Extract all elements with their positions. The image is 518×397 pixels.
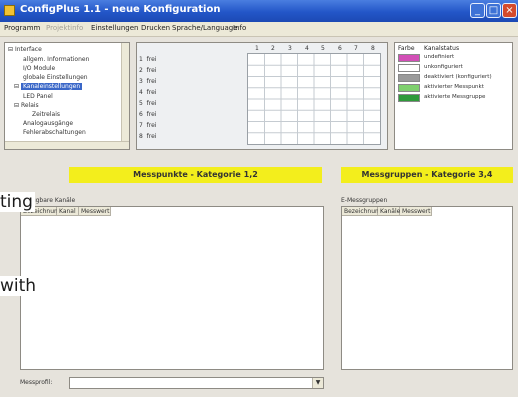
menu-projektinfo: Projektinfo xyxy=(46,24,84,32)
column-label: 3 xyxy=(288,45,292,52)
row-number: 8 xyxy=(139,133,143,140)
menu-drucken[interactable]: Drucken xyxy=(141,24,170,32)
column-label: 6 xyxy=(338,45,342,52)
row-number: 5 xyxy=(139,100,143,107)
row-number: 1 xyxy=(139,56,143,63)
channel-grid-panel: 1 frei 2 frei 3 frei 4 frei 5 frei 6 fre… xyxy=(136,42,388,150)
row-label: 5 frei xyxy=(139,100,156,107)
tree-horizontal-scrollbar[interactable] xyxy=(5,141,129,149)
tree-item[interactable]: I/O Module xyxy=(23,65,55,72)
row-name: frei xyxy=(146,89,157,96)
column-header[interactable]: Kanal xyxy=(57,207,79,216)
minimize-button[interactable]: _ xyxy=(470,3,485,18)
overlay-text: ting xyxy=(0,192,35,212)
row-label: 7 frei xyxy=(139,122,156,129)
window-title: ConfigPlus 1.1 - neue Konfiguration xyxy=(20,4,221,15)
chevron-down-icon[interactable]: ▼ xyxy=(312,378,323,388)
tree-item[interactable]: globale Einstellungen xyxy=(23,74,88,81)
column-label: 5 xyxy=(321,45,325,52)
legend-swatch xyxy=(398,84,420,92)
row-name: frei xyxy=(146,56,157,63)
row-label: 8 frei xyxy=(139,133,156,140)
menu-info[interactable]: Info xyxy=(233,24,246,32)
menu-sprache[interactable]: Sprache/Language xyxy=(172,24,238,32)
column-header[interactable]: Messwert xyxy=(79,207,111,216)
legend-label: deaktiviert (konfiguriert) xyxy=(424,74,492,80)
column-label: 4 xyxy=(305,45,309,52)
legend-swatch xyxy=(398,54,420,62)
tree-item[interactable]: Analogausgänge xyxy=(23,120,73,127)
measuring-groups-label: E-Messgruppen xyxy=(341,197,388,204)
tree-item[interactable]: ⊟ Relais xyxy=(14,102,39,109)
tree-item-selected[interactable]: ⊟ Kanaleinstellungen xyxy=(14,83,83,90)
row-label: 2 frei xyxy=(139,67,156,74)
row-name: frei xyxy=(146,78,157,85)
menu-einstellungen[interactable]: Einstellungen xyxy=(91,24,138,32)
tree-item[interactable]: Fehlerabschaltungen xyxy=(23,129,86,136)
navigation-tree[interactable]: ⊟ Interface allgem. Informationen I/O Mo… xyxy=(4,42,130,150)
column-label: 7 xyxy=(354,45,358,52)
row-name: frei xyxy=(146,67,157,74)
row-name: frei xyxy=(146,111,157,118)
row-number: 4 xyxy=(139,89,143,96)
column-label: 8 xyxy=(371,45,375,52)
status-legend: Farbe Kanalstatus undefiniert unkonfigur… xyxy=(394,42,513,150)
maximize-button[interactable]: □ xyxy=(486,3,501,18)
close-button[interactable]: × xyxy=(502,3,517,18)
tree-item-label: Interface xyxy=(14,46,42,53)
measuring-points-banner: Messpunkte - Kategorie 1,2 xyxy=(69,167,322,183)
available-channels-list[interactable]: Bezeichnung Kanal Messwert xyxy=(20,206,324,370)
profile-dropdown[interactable]: ▼ xyxy=(69,377,324,389)
grid-lines xyxy=(248,54,380,144)
legend-swatch xyxy=(398,74,420,82)
row-number: 3 xyxy=(139,78,143,85)
row-number: 7 xyxy=(139,122,143,129)
column-header[interactable]: Messwert xyxy=(400,207,432,216)
legend-swatch xyxy=(398,64,420,72)
row-number: 6 xyxy=(139,111,143,118)
legend-header-status: Kanalstatus xyxy=(424,45,460,52)
overlay-text: with xyxy=(0,276,39,296)
row-number: 2 xyxy=(139,67,143,74)
channel-grid[interactable] xyxy=(247,53,381,145)
profile-label: Messprofil: xyxy=(20,379,53,386)
row-label: 6 frei xyxy=(139,111,156,118)
legend-label: undefiniert xyxy=(424,54,455,60)
menu-bar: Programm Projektinfo Einstellungen Druck… xyxy=(0,22,518,37)
column-label: 1 xyxy=(255,45,259,52)
legend-label: aktivierte Messgruppe xyxy=(424,94,486,100)
app-icon xyxy=(4,5,15,16)
app-window: ConfigPlus 1.1 - neue Konfiguration _ □ … xyxy=(0,0,518,397)
legend-label: unkonfiguriert xyxy=(424,64,463,70)
menu-programm[interactable]: Programm xyxy=(4,24,40,32)
row-name: frei xyxy=(146,122,157,129)
legend-swatch xyxy=(398,94,420,102)
row-label: 4 frei xyxy=(139,89,156,96)
title-bar: ConfigPlus 1.1 - neue Konfiguration _ □ … xyxy=(0,0,518,22)
tree-item[interactable]: ⊟ Interface xyxy=(8,46,42,53)
legend-header-color: Farbe xyxy=(398,45,415,52)
measuring-groups-banner: Messgruppen - Kategorie 3,4 xyxy=(341,167,513,183)
row-name: frei xyxy=(146,133,157,140)
measuring-groups-list[interactable]: Bezeichnung Kanäle Messwert xyxy=(341,206,513,370)
row-name: frei xyxy=(146,100,157,107)
legend-label: aktivierter Messpunkt xyxy=(424,84,484,90)
column-header[interactable]: Bezeichnung xyxy=(342,207,383,216)
column-label: 2 xyxy=(271,45,275,52)
tree-item-label: Relais xyxy=(20,102,39,109)
tree-item-label: Kanaleinstellungen xyxy=(20,83,83,90)
row-label: 3 frei xyxy=(139,78,156,85)
tree-item[interactable]: allgem. Informationen xyxy=(23,56,89,63)
tree-item[interactable]: LED Panel xyxy=(23,93,53,100)
tree-item[interactable]: Zeitrelais xyxy=(32,111,60,118)
tree-vertical-scrollbar[interactable] xyxy=(121,43,129,149)
column-header[interactable]: Kanäle xyxy=(378,207,400,216)
row-label: 1 frei xyxy=(139,56,156,63)
